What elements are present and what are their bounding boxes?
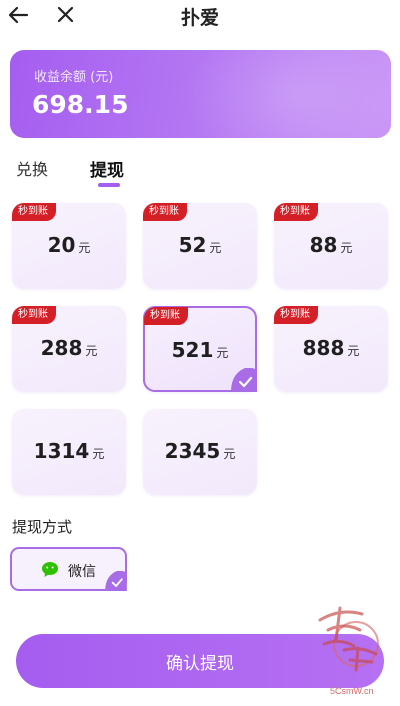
instant-badge: 秒到账 [12, 203, 56, 221]
amount-value: 521 [171, 338, 214, 362]
amount-value: 288 [40, 336, 83, 360]
amount-unit: 元 [85, 344, 98, 358]
withdraw-option-888[interactable]: 秒到账 888 元 [274, 306, 388, 392]
amount-value: 52 [178, 233, 207, 257]
amount-unit: 元 [347, 344, 360, 358]
tab-withdraw[interactable]: 提现 [90, 156, 124, 181]
method-label: 微信 [68, 564, 96, 580]
check-icon [105, 571, 127, 591]
instant-badge: 秒到账 [143, 203, 187, 221]
option-amount: 1314 元 [12, 439, 126, 463]
balance-label: 收益余额 (元) [34, 70, 114, 85]
option-amount: 888 元 [274, 336, 388, 360]
withdraw-option-20[interactable]: 秒到账 20 元 [12, 203, 126, 289]
active-tab-indicator [98, 183, 120, 187]
amount-unit: 元 [223, 447, 236, 461]
instant-badge: 秒到账 [144, 307, 188, 325]
top-bar: 扑爱 [0, 0, 400, 34]
watermark-text: 5CsmW.cn [330, 686, 374, 696]
withdraw-option-88[interactable]: 秒到账 88 元 [274, 203, 388, 289]
amount-unit: 元 [92, 447, 105, 461]
amount-unit: 元 [78, 241, 91, 255]
option-amount: 521 元 [145, 338, 255, 362]
withdraw-option-2345[interactable]: 2345 元 [143, 409, 257, 495]
withdraw-option-521[interactable]: 秒到账 521 元 [143, 306, 257, 392]
instant-badge: 秒到账 [12, 306, 56, 324]
instant-badge: 秒到账 [274, 203, 318, 221]
balance-value: 698.15 [32, 90, 129, 119]
withdraw-option-1314[interactable]: 1314 元 [12, 409, 126, 495]
method-option-wechat[interactable]: 微信 [10, 547, 127, 591]
instant-badge: 秒到账 [274, 306, 318, 324]
option-amount: 88 元 [274, 233, 388, 257]
amount-value: 1314 [33, 439, 90, 463]
card-decoration [181, 50, 391, 138]
check-icon [231, 368, 257, 392]
amount-unit: 元 [209, 241, 222, 255]
option-amount: 52 元 [143, 233, 257, 257]
amount-value: 888 [302, 336, 345, 360]
withdraw-method-title: 提现方式 [12, 518, 73, 536]
balance-card: 收益余额 (元) 698.15 [10, 50, 391, 138]
withdraw-option-52[interactable]: 秒到账 52 元 [143, 203, 257, 289]
page-title: 扑爱 [180, 7, 219, 29]
tab-exchange[interactable]: 兑换 [16, 156, 48, 180]
amount-value: 20 [47, 233, 76, 257]
wechat-icon [42, 562, 58, 577]
amount-unit: 元 [340, 241, 353, 255]
option-amount: 20 元 [12, 233, 126, 257]
option-amount: 288 元 [12, 336, 126, 360]
amount-unit: 元 [216, 346, 229, 360]
withdraw-option-288[interactable]: 秒到账 288 元 [12, 306, 126, 392]
option-amount: 2345 元 [143, 439, 257, 463]
amount-value: 88 [309, 233, 338, 257]
amount-value: 2345 [164, 439, 221, 463]
logo-stamp [318, 606, 379, 672]
